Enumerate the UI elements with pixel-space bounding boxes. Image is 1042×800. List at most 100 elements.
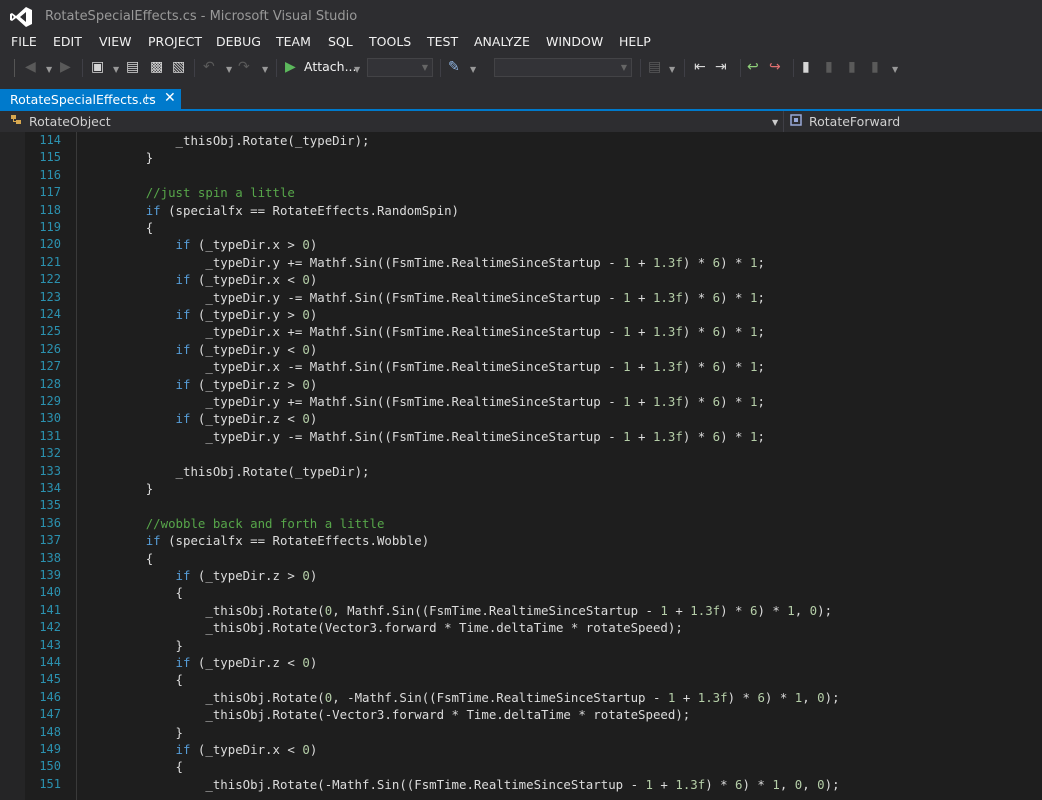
close-icon[interactable]: ✕ bbox=[164, 90, 176, 106]
breakpoint-window-icon[interactable]: ▤ bbox=[648, 59, 661, 75]
menu-analyze[interactable]: ANALYZE bbox=[474, 34, 530, 49]
toolbar-overflow-icon[interactable]: ▼ bbox=[892, 62, 898, 78]
breakpoint-dropdown-icon[interactable]: ▼ bbox=[669, 62, 675, 78]
menu-edit[interactable]: EDIT bbox=[53, 34, 82, 49]
code-line[interactable]: } bbox=[86, 724, 183, 741]
code-number: 1 bbox=[623, 289, 631, 305]
open-file-icon[interactable]: ▤ bbox=[126, 59, 139, 75]
code-line[interactable]: if (_typeDir.z < 0) bbox=[86, 654, 318, 671]
code-line[interactable]: if (_typeDir.z < 0) bbox=[86, 410, 318, 427]
solution-configuration-dropdown[interactable]: ▼ bbox=[367, 58, 433, 77]
increase-indent-icon[interactable]: ⇥ bbox=[715, 59, 727, 75]
menu-project[interactable]: PROJECT bbox=[148, 34, 202, 49]
toolbar-grip bbox=[14, 59, 15, 77]
code-line[interactable]: { bbox=[86, 758, 183, 775]
clear-bookmarks-icon[interactable]: ▮ bbox=[871, 59, 879, 75]
code-line[interactable]: _thisObj.Rotate(0, Mathf.Sin((FsmTime.Re… bbox=[86, 602, 832, 619]
navigate-back-icon[interactable]: ◀ bbox=[25, 59, 36, 75]
decrease-indent-icon[interactable]: ⇤ bbox=[694, 59, 706, 75]
menu-test[interactable]: TEST bbox=[427, 34, 458, 49]
code-token: ; bbox=[757, 324, 765, 340]
prev-bookmark-icon[interactable]: ▮ bbox=[825, 59, 833, 75]
next-bookmark-icon[interactable]: ▮ bbox=[848, 59, 856, 75]
menu-view[interactable]: VIEW bbox=[99, 34, 132, 49]
code-line[interactable]: //just spin a little bbox=[86, 184, 295, 201]
code-token: ) * bbox=[720, 359, 750, 375]
toolbar-separator bbox=[684, 59, 685, 77]
bookmark-icon[interactable]: ▮ bbox=[802, 59, 810, 75]
code-line[interactable]: if (specialfx == RotateEffects.Wobble) bbox=[86, 532, 429, 549]
code-line[interactable]: { bbox=[86, 219, 153, 236]
pin-icon[interactable]: ⊢ bbox=[145, 92, 155, 105]
code-line[interactable]: _typeDir.y += Mathf.Sin((FsmTime.Realtim… bbox=[86, 254, 765, 271]
code-line[interactable]: if (_typeDir.x > 0) bbox=[86, 236, 318, 253]
type-dropdown-label: RotateObject bbox=[29, 114, 111, 129]
code-line[interactable]: if (_typeDir.x < 0) bbox=[86, 741, 318, 758]
code-line[interactable]: _thisObj.Rotate(-Vector3.forward * Time.… bbox=[86, 706, 690, 723]
menu-sql[interactable]: SQL bbox=[328, 34, 353, 49]
code-line[interactable]: if (specialfx == RotateEffects.RandomSpi… bbox=[86, 202, 459, 219]
code-line[interactable]: _typeDir.y -= Mathf.Sin((FsmTime.Realtim… bbox=[86, 428, 765, 445]
code-token: ; bbox=[757, 254, 765, 270]
tab-rotate-special-effects[interactable]: RotateSpecialEffects.cs ⊢ ✕ bbox=[0, 89, 181, 111]
code-line[interactable]: //wobble back and forth a little bbox=[86, 515, 385, 532]
code-token: ; bbox=[757, 359, 765, 375]
line-number: 116 bbox=[39, 167, 61, 182]
code-line[interactable]: { bbox=[86, 671, 183, 688]
new-project-dropdown-icon[interactable]: ▼ bbox=[113, 62, 119, 78]
code-line[interactable]: _thisObj.Rotate(0 , -Mathf.Sin((FsmTime.R… bbox=[86, 689, 839, 706]
code-line[interactable]: if (_typeDir.z > 0) bbox=[86, 567, 318, 584]
code-line[interactable]: { bbox=[86, 550, 153, 567]
code-line[interactable]: _typeDir.x += Mathf.Sin((FsmTime.Realtim… bbox=[86, 323, 765, 340]
menu-file[interactable]: FILE bbox=[11, 34, 37, 49]
indicator-margin[interactable] bbox=[0, 132, 25, 800]
undo-dropdown-icon[interactable]: ▼ bbox=[226, 62, 232, 78]
code-line[interactable]: _thisObj.Rotate(_typeDir); bbox=[86, 463, 370, 480]
save-icon[interactable]: ▩ bbox=[150, 59, 163, 75]
code-line[interactable]: if (_typeDir.x < 0) bbox=[86, 271, 318, 288]
code-line[interactable]: _thisObj.Rotate(-Mathf.Sin((FsmTime.Real… bbox=[86, 776, 839, 793]
uncomment-icon[interactable]: ↪ bbox=[769, 59, 781, 75]
attach-button[interactable]: Attach... bbox=[304, 59, 357, 74]
chevron-down-icon: ▼ bbox=[772, 118, 779, 127]
save-all-icon[interactable]: ▧ bbox=[172, 59, 185, 75]
menu-window[interactable]: WINDOW bbox=[546, 34, 603, 49]
code-line[interactable]: } bbox=[86, 149, 153, 166]
member-dropdown[interactable]: RotateForward bbox=[790, 112, 1040, 131]
attach-dropdown-icon[interactable]: ▼ bbox=[354, 62, 360, 78]
code-line[interactable]: } bbox=[86, 480, 153, 497]
redo-icon[interactable]: ↷ bbox=[238, 59, 250, 75]
find-in-files-icon[interactable]: ✎ bbox=[448, 59, 460, 75]
code-line[interactable]: if (_typeDir.y < 0) bbox=[86, 341, 318, 358]
code-token: ) bbox=[309, 237, 318, 253]
new-project-icon[interactable]: ▣ bbox=[91, 59, 104, 75]
code-line[interactable]: _typeDir.y += Mathf.Sin((FsmTime.Realtim… bbox=[86, 393, 765, 410]
code-line[interactable]: } bbox=[86, 637, 183, 654]
menu-tools[interactable]: TOOLS bbox=[369, 34, 411, 49]
start-debugging-icon[interactable]: ▶ bbox=[285, 59, 296, 75]
undo-icon[interactable]: ↶ bbox=[203, 59, 215, 75]
navigate-forward-icon[interactable]: ▶ bbox=[60, 59, 71, 75]
code-line[interactable]: _typeDir.y -= Mathf.Sin((FsmTime.Realtim… bbox=[86, 289, 765, 306]
type-dropdown[interactable]: RotateObject ▼ bbox=[10, 112, 782, 131]
find-combo-box[interactable]: ▼ bbox=[494, 58, 632, 77]
code-line[interactable]: { bbox=[86, 584, 183, 601]
menu-debug[interactable]: DEBUG bbox=[216, 34, 261, 49]
code-line[interactable]: _thisObj.Rotate(_typeDir); bbox=[86, 132, 370, 149]
navigate-back-dropdown-icon[interactable]: ▼ bbox=[46, 62, 52, 78]
redo-dropdown-icon[interactable]: ▼ bbox=[262, 62, 268, 78]
code-line[interactable]: if (_typeDir.y > 0) bbox=[86, 306, 318, 323]
code-token: , bbox=[779, 776, 795, 792]
code-line[interactable]: _typeDir.x -= Mathf.Sin((FsmTime.Realtim… bbox=[86, 358, 765, 375]
find-dropdown-icon[interactable]: ▼ bbox=[470, 62, 476, 78]
menu-help[interactable]: HELP bbox=[619, 34, 651, 49]
menu-team[interactable]: TEAM bbox=[276, 34, 311, 49]
comment-icon[interactable]: ↩ bbox=[747, 59, 759, 75]
code-editor[interactable]: 114 115 116 117 118 119 120 121 122 123 124 125 126 1… bbox=[0, 132, 1042, 800]
code-line[interactable]: if (_typeDir.z > 0) bbox=[86, 376, 318, 393]
code-line[interactable]: _thisObj.Rotate(Vector3.forward * Time.d… bbox=[86, 619, 682, 636]
